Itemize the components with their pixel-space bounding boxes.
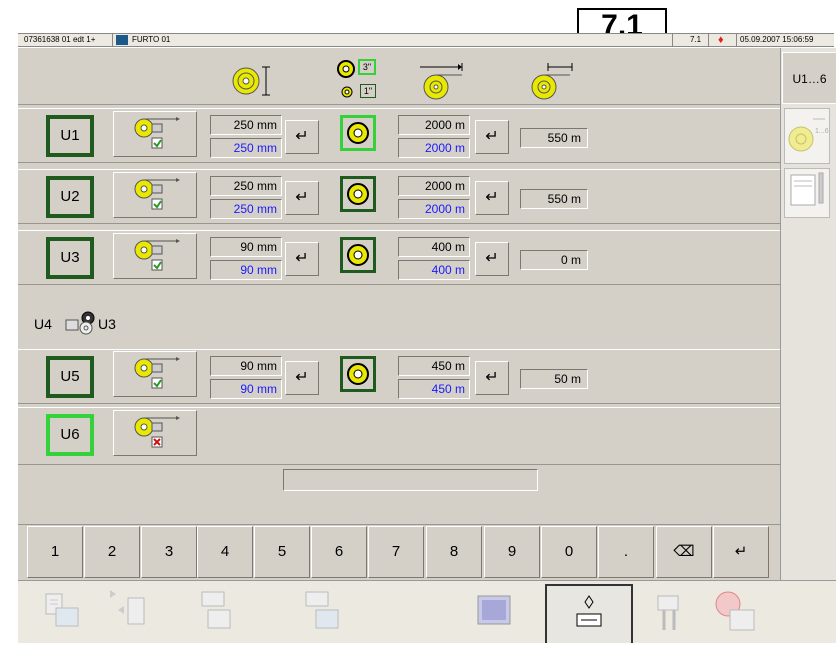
unit-button-u1[interactable]: U1 xyxy=(46,115,94,157)
screen-icon[interactable] xyxy=(468,586,524,638)
remaining-length-u3: 0 m xyxy=(520,250,588,270)
keypad-key-8[interactable]: 9 xyxy=(484,526,540,578)
length-actual-u2: 2000 m xyxy=(398,176,470,196)
progress-bar xyxy=(283,469,538,491)
enter-diameter-button-u2[interactable]: ↵ xyxy=(285,181,319,215)
link-to-label: U3 xyxy=(98,316,116,332)
program-id: 07361638 01 edt 1+ xyxy=(24,35,96,44)
page-back-icon[interactable] xyxy=(106,586,162,638)
divider xyxy=(708,34,709,46)
length-set-u2[interactable]: 2000 m xyxy=(398,199,470,219)
diameter-actual-u1: 250 mm xyxy=(210,115,282,135)
diameter-set-u3[interactable]: 90 mm xyxy=(210,260,282,280)
reel-diameter-icon xyxy=(232,66,270,96)
web-width-icon xyxy=(531,63,573,100)
keypad-key-11[interactable]: ⌫ xyxy=(656,526,712,578)
unit-enable-button-u1[interactable] xyxy=(113,111,197,157)
keypad-key-10[interactable]: . xyxy=(598,526,654,578)
keypad-key-0[interactable]: 1 xyxy=(27,526,83,578)
import-icon[interactable] xyxy=(300,586,356,638)
divider xyxy=(112,34,113,46)
web-length-icon xyxy=(420,63,463,100)
length-actual-u5: 450 m xyxy=(398,356,470,376)
tool-icon[interactable] xyxy=(646,586,702,638)
svg-text:1...6: 1...6 xyxy=(815,128,829,135)
length-set-u3[interactable]: 400 m xyxy=(398,260,470,280)
reel-core-button-u3[interactable] xyxy=(340,237,376,273)
enter-length-button-u5[interactable]: ↵ xyxy=(475,361,509,395)
status-bar: 07361638 01 edt 1+ FURTO 01 7.1 ♦ 05.09.… xyxy=(18,33,834,47)
unit-enable-button-u2[interactable] xyxy=(113,172,197,218)
diameter-set-u5[interactable]: 90 mm xyxy=(210,379,282,399)
machine-name: FURTO 01 xyxy=(132,35,171,44)
settings-button[interactable] xyxy=(545,584,633,643)
remaining-length-u2: 550 m xyxy=(520,189,588,209)
diameter-set-u2[interactable]: 250 mm xyxy=(210,199,282,219)
keypad-key-3[interactable]: 4 xyxy=(197,526,253,578)
keypad-key-7[interactable]: 8 xyxy=(426,526,482,578)
page-code: 7.1 xyxy=(690,35,702,44)
header-divider xyxy=(18,104,780,105)
keypad-key-5[interactable]: 6 xyxy=(311,526,367,578)
enter-diameter-button-u1[interactable]: ↵ xyxy=(285,120,319,154)
remaining-length-u5: 50 m xyxy=(520,369,588,389)
reel-core-button-u1[interactable] xyxy=(340,115,376,151)
machine-icon xyxy=(116,35,128,45)
remaining-length-u1: 550 m xyxy=(520,128,588,148)
unit-button-u3[interactable]: U3 xyxy=(46,237,94,279)
diameter-actual-u3: 90 mm xyxy=(210,237,282,257)
enter-length-button-u3[interactable]: ↵ xyxy=(475,242,509,276)
keypad-key-12[interactable]: ↵ xyxy=(713,526,769,578)
core-3in-label: 3" xyxy=(358,59,376,75)
divider xyxy=(672,34,673,46)
export-icon[interactable] xyxy=(190,586,246,638)
keypad-key-4[interactable]: 5 xyxy=(254,526,310,578)
reel-core-button-u5[interactable] xyxy=(340,356,376,392)
diameter-set-u1[interactable]: 250 mm xyxy=(210,138,282,158)
unit-button-u6[interactable]: U6 xyxy=(46,414,94,456)
keypad-key-9[interactable]: 0 xyxy=(541,526,597,578)
length-actual-u1: 2000 m xyxy=(398,115,470,135)
enter-length-button-u2[interactable]: ↵ xyxy=(475,181,509,215)
datetime: 05.09.2007 15:06:59 xyxy=(740,35,814,44)
transfer-icon[interactable] xyxy=(36,586,92,638)
keypad-key-1[interactable]: 2 xyxy=(84,526,140,578)
enter-diameter-button-u3[interactable]: ↵ xyxy=(285,242,319,276)
keypad-key-6[interactable]: 7 xyxy=(368,526,424,578)
unit-button-u5[interactable]: U5 xyxy=(46,356,94,398)
reel-core-button-u2[interactable] xyxy=(340,176,376,212)
diameter-actual-u2: 250 mm xyxy=(210,176,282,196)
core-1in-icon xyxy=(341,86,353,98)
oil-can-icon: ♦ xyxy=(718,34,724,46)
unit-enable-button-u3[interactable] xyxy=(113,233,197,279)
divider xyxy=(736,34,737,46)
core-1in-label: 1" xyxy=(360,84,376,98)
unit-enable-button-u6[interactable] xyxy=(113,410,197,456)
unit-enable-button-u5[interactable] xyxy=(113,351,197,397)
length-actual-u3: 400 m xyxy=(398,237,470,257)
unit-button-u2[interactable]: U2 xyxy=(46,176,94,218)
keypad-key-2[interactable]: 3 xyxy=(141,526,197,578)
enter-length-button-u1[interactable]: ↵ xyxy=(475,120,509,154)
tab-units[interactable]: U1…6 xyxy=(782,52,836,104)
diameter-actual-u5: 90 mm xyxy=(210,356,282,376)
tab-document[interactable] xyxy=(784,168,830,218)
stop-icon[interactable] xyxy=(708,586,764,638)
link-from-label: U4 xyxy=(34,316,52,332)
tab-reel-settings[interactable]: 1...6 xyxy=(784,108,830,164)
core-3in-icon xyxy=(337,60,355,78)
length-set-u1[interactable]: 2000 m xyxy=(398,138,470,158)
enter-diameter-button-u5[interactable]: ↵ xyxy=(285,361,319,395)
length-set-u5[interactable]: 450 m xyxy=(398,379,470,399)
